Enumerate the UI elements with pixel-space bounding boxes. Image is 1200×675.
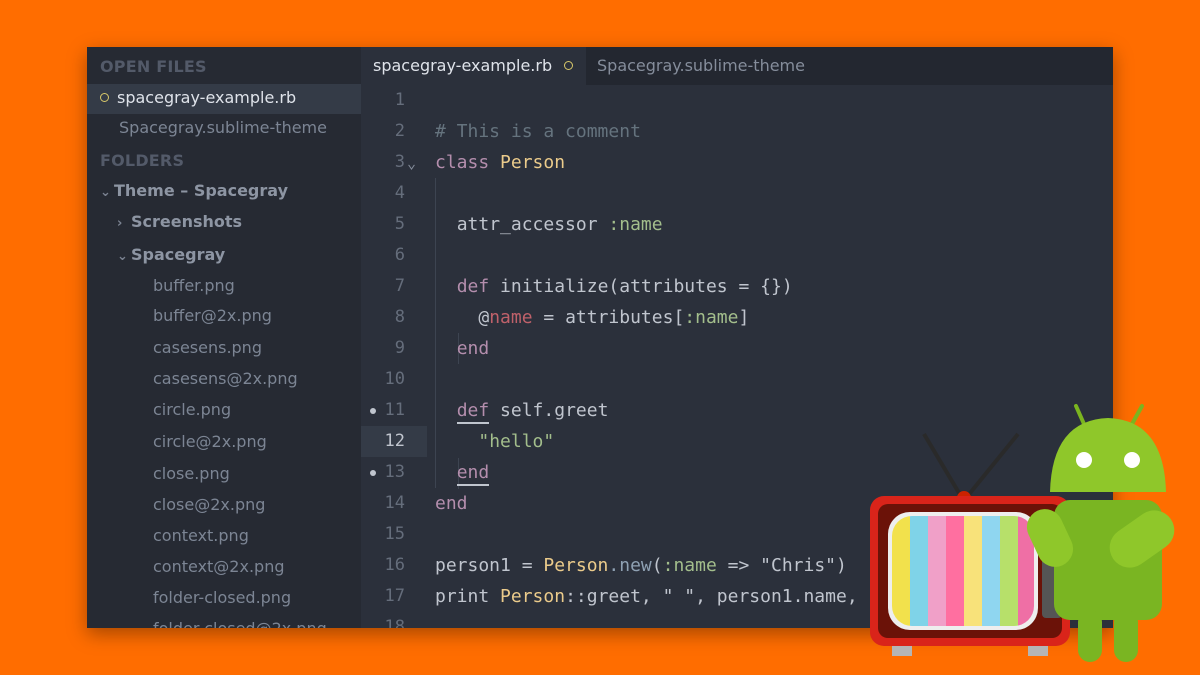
chevron-right-icon: › <box>117 216 123 231</box>
tab-label: Spacegray.sublime-theme <box>597 56 805 75</box>
sidebar: OPEN FILES spacegray-example.rb Spacegra… <box>87 47 361 628</box>
file-item[interactable]: casesens@2x.png <box>153 369 298 388</box>
args-token: (attributes = {}) <box>608 276 793 297</box>
arrow-token: => <box>716 555 761 576</box>
plain-token: print <box>435 586 501 607</box>
folder-screenshots[interactable]: › Screenshots <box>117 212 242 231</box>
code-line: 1 <box>361 85 1113 116</box>
class-token: Person <box>543 555 609 576</box>
code-line: 8 @name = attributes[:name] <box>361 302 1113 333</box>
line-number: 6 <box>394 245 405 265</box>
code-line: 6 <box>361 240 1113 271</box>
open-files-heading: OPEN FILES <box>100 57 207 76</box>
file-item[interactable]: context.png <box>153 526 249 545</box>
code-line: 4 <box>361 178 1113 209</box>
line-number: 15 <box>384 524 405 544</box>
method-token: initialize <box>500 276 609 297</box>
symbol-token: :name <box>684 307 739 328</box>
method-token: attr_accessor <box>456 214 598 235</box>
open-file-spacegray-theme[interactable]: Spacegray.sublime-theme <box>119 118 327 137</box>
line-number: 16 <box>384 555 405 575</box>
ivar-sigil-token: @ <box>478 307 490 328</box>
ivar-token: name <box>489 307 533 328</box>
string-token: "hello" <box>478 431 555 452</box>
file-item[interactable]: close@2x.png <box>153 495 265 514</box>
folder-theme-spacegray[interactable]: ⌄ Theme – Spacegray <box>100 181 288 200</box>
folder-label: Spacegray <box>131 245 226 264</box>
code-line: 2 # This is a comment <box>361 116 1113 147</box>
comment-token: # This is a comment <box>435 121 641 142</box>
tab-label: spacegray-example.rb <box>373 56 553 75</box>
line-number: 4 <box>394 183 405 203</box>
line-number: 7 <box>394 276 405 296</box>
keyword-token: end <box>456 338 490 359</box>
file-item[interactable]: casesens.png <box>153 338 262 357</box>
paren-token: ) <box>836 555 847 576</box>
open-file-label: spacegray-example.rb <box>117 88 297 107</box>
chevron-down-icon: ⌄ <box>117 249 128 264</box>
folders-heading: FOLDERS <box>100 151 185 170</box>
line-number: 5 <box>394 214 405 234</box>
file-item[interactable]: folder-closed@2x.png <box>153 619 327 628</box>
file-item[interactable]: buffer.png <box>153 276 235 295</box>
keyword-token: def <box>456 276 490 297</box>
line-number: 2 <box>394 121 405 141</box>
keyword-token: def <box>456 400 490 424</box>
line-number: 1 <box>394 90 405 110</box>
code-line: 5 attr_accessor :name <box>361 209 1113 240</box>
keyword-token: end <box>435 493 468 514</box>
plain-token: ::greet, " ", person1.name, <box>565 586 858 607</box>
chevron-down-icon: ⌄ <box>100 185 111 200</box>
code-line: 7 def initialize(attributes = {}) <box>361 271 1113 302</box>
line-number: 9 <box>394 338 405 358</box>
symbol-token: :name <box>662 555 717 576</box>
line-number: 14 <box>384 493 405 513</box>
line-number: 18 <box>384 617 405 628</box>
code-line: 3 ⌄ class Person <box>361 147 1113 178</box>
symbol-token: :name <box>608 214 663 235</box>
file-item[interactable]: buffer@2x.png <box>153 306 272 325</box>
fold-chevron-icon[interactable]: ⌄ <box>407 148 416 179</box>
line-number: 11 <box>384 400 405 420</box>
line-number: 3 <box>394 152 405 172</box>
line-number: 10 <box>384 369 405 389</box>
tv-android-overlay <box>870 404 1175 662</box>
folder-label: Screenshots <box>131 212 243 231</box>
tab-bar: spacegray-example.rb Spacegray.sublime-t… <box>361 47 1113 85</box>
class-token: Person <box>500 152 566 173</box>
file-item[interactable]: circle@2x.png <box>153 432 267 451</box>
keyword-token: class <box>435 152 490 173</box>
file-item[interactable]: close.png <box>153 464 230 483</box>
line-number: 13 <box>384 462 405 482</box>
method-token: self.greet <box>500 400 609 421</box>
bracket-token: ] <box>738 307 750 328</box>
tab-spacegray-theme[interactable]: Spacegray.sublime-theme <box>597 47 805 85</box>
plain-token: person1 = <box>435 555 544 576</box>
line-number: 17 <box>384 586 405 606</box>
open-file-label: Spacegray.sublime-theme <box>119 118 327 137</box>
folder-label: Theme – Spacegray <box>114 181 289 200</box>
assign-token: = attributes[ <box>532 307 685 328</box>
paren-token: ( <box>651 555 663 576</box>
line-number: 8 <box>394 307 405 327</box>
line-number: 12 <box>384 431 405 451</box>
folder-spacegray[interactable]: ⌄ Spacegray <box>117 245 225 264</box>
class-token: Person <box>500 586 566 607</box>
file-item[interactable]: context@2x.png <box>153 557 285 576</box>
code-line: 9 end <box>361 333 1113 364</box>
tab-spacegray-example[interactable]: spacegray-example.rb <box>361 47 586 85</box>
method-token: .new <box>608 555 652 576</box>
file-item[interactable]: folder-closed.png <box>153 588 291 607</box>
file-item[interactable]: circle.png <box>153 400 231 419</box>
code-line: 10 <box>361 364 1113 395</box>
string-token: "Chris" <box>760 555 837 576</box>
keyword-token: end <box>456 462 490 486</box>
modified-dot-icon <box>100 93 109 102</box>
modified-dot-icon <box>564 61 574 70</box>
open-file-spacegray-example[interactable]: spacegray-example.rb <box>100 88 296 107</box>
